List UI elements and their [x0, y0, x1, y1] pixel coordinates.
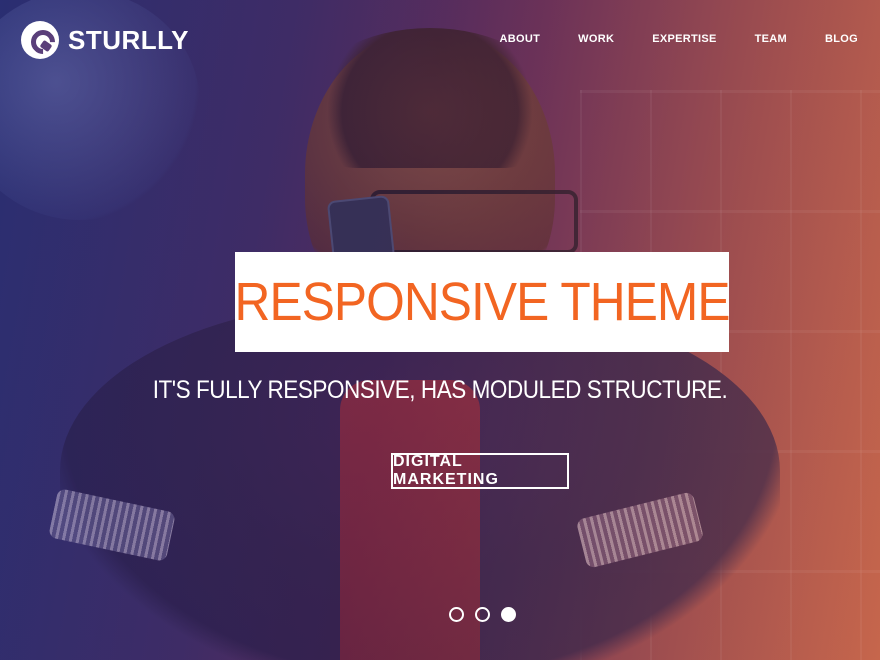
nav-item-blog[interactable]: BLOG — [825, 33, 858, 45]
nav-item-work[interactable]: WORK — [578, 33, 614, 45]
slider-dot-2[interactable] — [475, 607, 490, 622]
hero-subtitle: IT'S FULLY RESPONSIVE, HAS MODULED STRUC… — [152, 376, 728, 404]
nav-item-team[interactable]: TEAM — [755, 33, 787, 45]
brand-name: STURLLY — [68, 24, 189, 55]
slider-dot-1[interactable] — [449, 607, 464, 622]
site-logo[interactable]: STURLLY — [21, 21, 189, 59]
logo-icon — [21, 21, 59, 59]
hero-title: RESPONSIVE THEME — [234, 272, 730, 332]
main-nav: ABOUT WORK EXPERTISE TEAM BLOG — [462, 33, 858, 45]
slider-dot-3[interactable] — [501, 607, 516, 622]
hero-title-box: RESPONSIVE THEME — [234, 252, 730, 352]
digital-marketing-button[interactable]: DIGITAL MARKETING — [391, 453, 569, 489]
nav-item-expertise[interactable]: EXPERTISE — [652, 33, 716, 45]
nav-item-about[interactable]: ABOUT — [500, 33, 541, 45]
slider-pagination — [449, 607, 516, 622]
